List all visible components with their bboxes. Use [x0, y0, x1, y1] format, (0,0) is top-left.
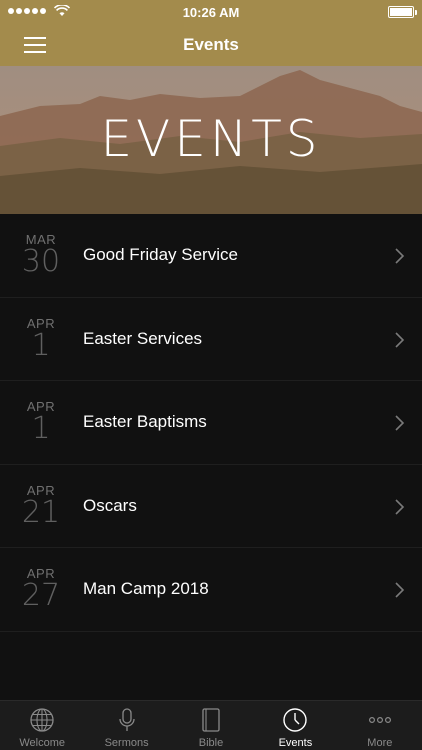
tab-label: Events [278, 737, 313, 749]
event-row-man-camp[interactable]: APR 27 Man Camp 2018 [0, 548, 422, 632]
hero-banner: EVENTS [0, 66, 422, 214]
navigation-bar: Events [0, 24, 422, 66]
tab-label: Sermons [104, 737, 149, 749]
chevron-right-icon [395, 248, 405, 264]
tab-label: Bible [198, 737, 224, 749]
event-day: 21 [21, 494, 61, 530]
event-title: Easter Baptisms [83, 412, 207, 431]
battery-icon [388, 6, 417, 18]
tab-label: Welcome [19, 737, 66, 749]
event-title: Good Friday Service [83, 245, 238, 264]
tab-bar: Welcome Sermons Bible Events More [0, 700, 422, 750]
events-list: MAR 30 Good Friday Service APR 1 Easter … [0, 214, 422, 632]
menu-button[interactable] [20, 33, 54, 57]
chevron-right-icon [395, 331, 405, 348]
event-row-oscars[interactable]: APR 21 Oscars [0, 464, 422, 548]
event-day: 30 [21, 244, 61, 279]
event-day: 1 [31, 327, 51, 363]
microphone-icon [118, 708, 135, 731]
hamburger-icon [24, 37, 46, 39]
event-title: Man Camp 2018 [83, 579, 209, 598]
event-day: 27 [21, 578, 61, 613]
status-bar: 10:26 AM [0, 0, 422, 24]
chevron-right-icon [395, 582, 405, 598]
globe-icon [30, 708, 54, 732]
clock-icon [283, 708, 308, 732]
page-title: Events [183, 35, 239, 54]
event-row-easter-baptisms[interactable]: APR 1 Easter Baptisms [0, 381, 422, 465]
more-dots-icon [368, 717, 391, 724]
status-time: 10:26 AM [182, 5, 240, 20]
hero-title: EVENTS [100, 110, 322, 168]
tab-more[interactable]: More [338, 701, 422, 750]
tab-events[interactable]: Events [253, 701, 337, 750]
chevron-right-icon [395, 415, 405, 431]
chevron-right-icon [395, 498, 405, 515]
event-day: 1 [31, 411, 51, 446]
event-row-easter-services[interactable]: APR 1 Easter Services [0, 297, 422, 381]
tab-welcome[interactable]: Welcome [0, 701, 84, 750]
tab-bible[interactable]: Bible [169, 701, 253, 750]
event-title: Oscars [83, 495, 137, 515]
tab-sermons[interactable]: Sermons [84, 701, 168, 750]
event-title: Easter Services [83, 328, 203, 348]
event-row-good-friday[interactable]: MAR 30 Good Friday Service [0, 214, 422, 298]
book-icon [202, 708, 220, 732]
tab-label: More [367, 737, 393, 749]
